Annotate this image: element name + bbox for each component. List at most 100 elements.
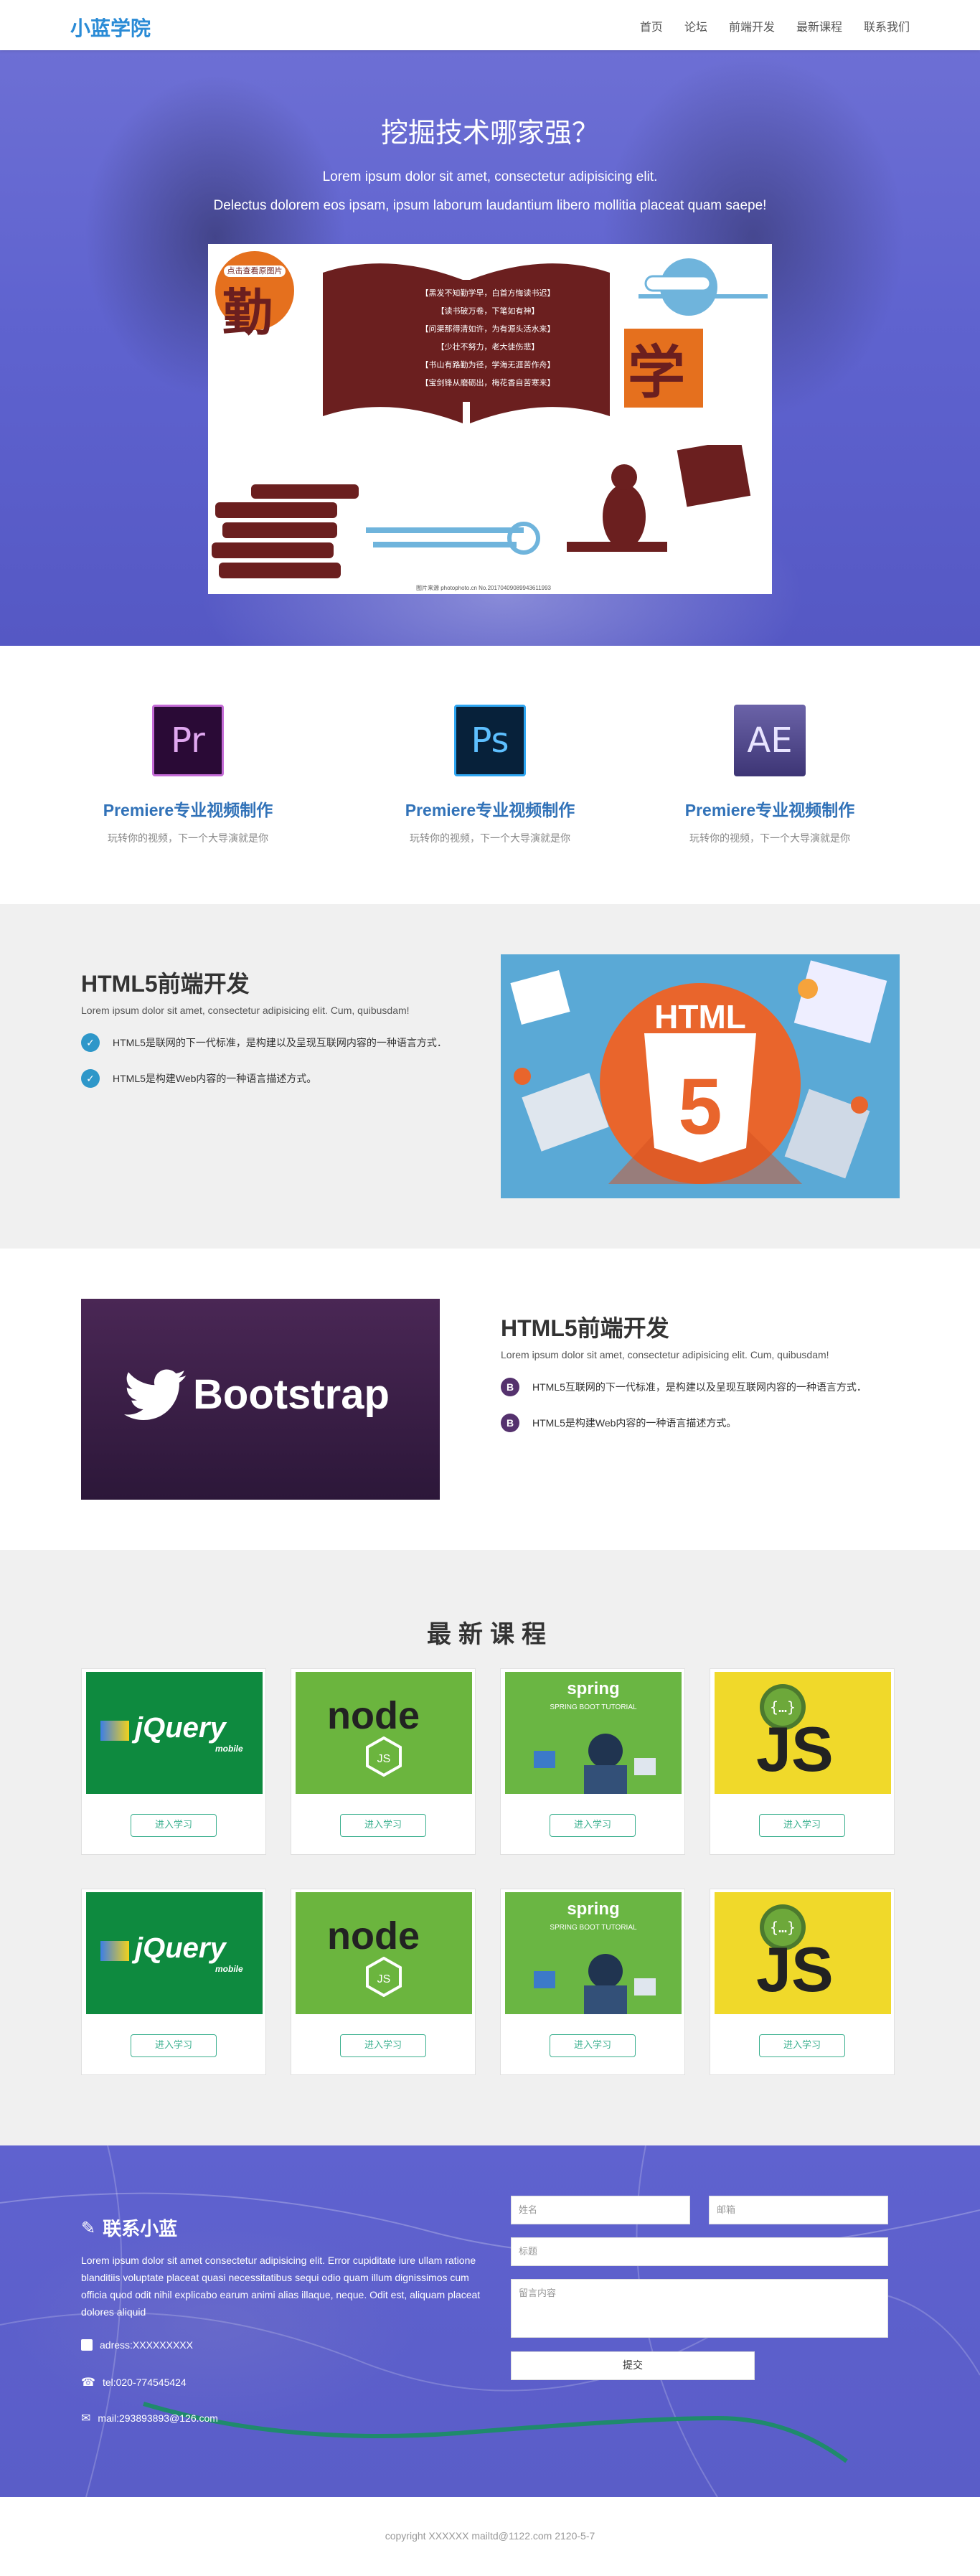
spring-label: spring [567,1899,620,1919]
feature-card: Pr Premiere专业视频制作 玩转你的视频，下一个大导演就是你 [73,705,303,845]
poster-badge-label: 点击查看原图片 [224,265,286,277]
jquery-mobile-image[interactable]: jQuery mobile [86,1892,263,2014]
enter-course-button[interactable]: 进入学习 [131,1814,217,1837]
cloud-graphic [639,258,768,316]
jquery-mobile-image[interactable]: jQuery mobile [86,1672,263,1794]
poem-lines: 【黑发不知勤学早，白首方悔读书迟】 【读书破万卷，下笔如有神】 【问渠那得清如许… [380,287,595,395]
submit-button[interactable]: 提交 [511,2351,755,2380]
list-item-text: HTML5是构建Web内容的一种语言描述方式。 [113,1073,317,1084]
jquery-label: jQuery [135,1712,226,1744]
spring-boot-image[interactable]: spring SPRING BOOT TUTORIAL [505,1892,682,2014]
list-item: B HTML5互联网的下一代标准，是构建以及呈现互联网内容的一种语言方式． [501,1378,867,1396]
jquery-logo-icon [100,1721,129,1741]
js-label: JS [756,1934,834,2005]
books-scholar-graphic [212,445,751,578]
poem-line: 【读书破万卷，下笔如有神】 [436,306,540,316]
bootstrap-b-icon: B [501,1378,519,1396]
phone-text: tel:020-774545424 [102,2377,187,2388]
feature-card: Ps Premiere专业视频制作 玩转你的视频，下一个大导演就是你 [375,705,605,845]
enter-course-button[interactable]: 进入学习 [550,2034,636,2057]
photoshop-icon: Ps [454,705,526,776]
developer-illustration [534,1954,656,2014]
footer: copyright XXXXXX mailtd@1122.com 2120-5-… [0,2497,980,2576]
html5-label: HTML [654,998,746,1035]
feature-card: AE Premiere专业视频制作 玩转你的视频，下一个大导演就是你 [655,705,885,845]
hero-banner: 挖掘技术哪家强？ Lorem ipsum dolor sit amet, con… [0,50,980,646]
list-item-text: HTML5是构建Web内容的一种语言描述方式。 [532,1417,737,1429]
edit-icon: ✎ [81,2217,96,2238]
top-nav: 小蓝学院 首页 论坛 前端开发 最新课程 联系我们 [0,0,980,50]
nav-menu: 首页 论坛 前端开发 最新课程 联系我们 [640,17,910,34]
check-icon: ✓ [81,1033,100,1052]
subject-field[interactable]: 标题 [511,2237,888,2266]
nav-item-home[interactable]: 首页 [640,17,663,34]
list-item: B HTML5是构建Web内容的一种语言描述方式。 [501,1414,736,1432]
spring-sub-label: SPRING BOOT TUTORIAL [550,1924,637,1932]
section-title: HTML5前端开发 [501,1315,669,1341]
javascript-image[interactable]: {…} JS [715,1892,891,2014]
email-field[interactable]: 邮箱 [709,2196,888,2224]
poem-line: 【书山有路勤为径，学海无涯苦作舟】 [420,360,555,370]
jquery-logo-icon [100,1941,129,1961]
course-card: node JS 进入学习 [291,1889,476,2075]
list-item: ✓ HTML5是联网的下一代标准，是构建以及呈现互联网内容的一种语言方式． [81,1033,447,1052]
courses-title: 最新课程 [427,1620,553,1649]
bootstrap-section: Bootstrap HTML5前端开发 Lorem ipsum dolor si… [0,1249,980,1550]
jquery-label: jQuery [135,1932,226,1964]
spring-label: spring [567,1679,620,1698]
poster-char-left: 勤 [222,283,273,342]
hero-poster-image: 勤 点击查看原图片 【黑发不知勤学早，白首方悔读书迟】 【读书破万卷，下笔如有神… [208,244,772,594]
feature-title[interactable]: Premiere专业视频制作 [73,796,303,821]
enter-course-button[interactable]: 进入学习 [340,1814,426,1837]
jquery-sub-label: mobile [215,1964,243,1974]
enter-course-button[interactable]: 进入学习 [759,1814,845,1837]
enter-course-button[interactable]: 进入学习 [131,2034,217,2057]
features-section: Pr Premiere专业视频制作 玩转你的视频，下一个大导演就是你 Ps Pr… [0,646,980,904]
enter-course-button[interactable]: 进入学习 [550,1814,636,1837]
nav-item-forum[interactable]: 论坛 [684,17,707,34]
contact-desc: Lorem ipsum dolor sit amet consectetur a… [81,2255,481,2318]
feature-desc: 玩转你的视频，下一个大导演就是你 [410,832,570,844]
jquery-sub-label: mobile [215,1744,243,1754]
list-item-text: HTML5互联网的下一代标准，是构建以及呈现互联网内容的一种语言方式． [532,1381,867,1393]
html5-scene: 5 [510,960,887,1184]
spring-boot-image[interactable]: spring SPRING BOOT TUTORIAL [505,1672,682,1794]
node-label: node [327,1914,420,1957]
course-card: {…} JS 进入学习 [710,1668,895,1855]
feature-title[interactable]: Premiere专业视频制作 [375,796,605,821]
section-desc: Lorem ipsum dolor sit amet, consectetur … [501,1349,829,1360]
bootstrap-label: Bootstrap [193,1371,390,1418]
enter-course-button[interactable]: 进入学习 [340,2034,426,2057]
contact-title: ✎ 联系小蓝 [81,2214,177,2241]
hero-title: 挖掘技术哪家强？ [380,117,599,149]
name-field[interactable]: 姓名 [511,2196,690,2224]
phone-row: ☎ tel:020-774545424 [81,2375,187,2389]
hero-subtitle-1: Lorem ipsum dolor sit amet, consectetur … [322,169,658,184]
section-desc: Lorem ipsum dolor sit amet, consectetur … [81,1005,410,1016]
enter-course-button[interactable]: 进入学习 [759,2034,845,2057]
svg-text:JS: JS [377,1753,391,1765]
list-item: ✓ HTML5是构建Web内容的一种语言描述方式。 [81,1069,316,1088]
mail-text: mail:293893893@126.com [98,2412,218,2424]
message-field[interactable]: 留言内容 [511,2279,888,2338]
bootstrap-illustration: Bootstrap [81,1299,440,1500]
nav-item-courses[interactable]: 最新课程 [796,17,842,34]
feature-desc: 玩转你的视频，下一个大导演就是你 [108,832,268,844]
mail-icon: ✉ [81,2412,91,2425]
svg-text:JS: JS [377,1973,391,1985]
nav-item-frontend[interactable]: 前端开发 [729,17,775,34]
list-item-text: HTML5是联网的下一代标准，是构建以及呈现互联网内容的一种语言方式． [113,1037,447,1048]
contact-section: ✎ 联系小蓝 Lorem ipsum dolor sit amet consec… [0,2145,980,2497]
nodejs-image[interactable]: node JS [296,1892,472,2014]
brand-logo[interactable]: 小蓝学院 [70,13,151,42]
poster-credit: 图片来源 photophoto.cn No.201704090899436119… [416,585,551,591]
javascript-image[interactable]: {…} JS [715,1672,891,1794]
poster-char-right: 学 [628,339,685,406]
nodejs-image[interactable]: node JS [296,1672,472,1794]
html5-illustration: 5 HTML [501,954,900,1198]
nav-item-contact[interactable]: 联系我们 [864,17,910,34]
feature-title[interactable]: Premiere专业视频制作 [655,796,885,821]
course-card: spring SPRING BOOT TUTORIAL 进入学习 [500,1889,685,2075]
address-icon [81,2339,93,2351]
spring-sub-label: SPRING BOOT TUTORIAL [550,1703,637,1711]
